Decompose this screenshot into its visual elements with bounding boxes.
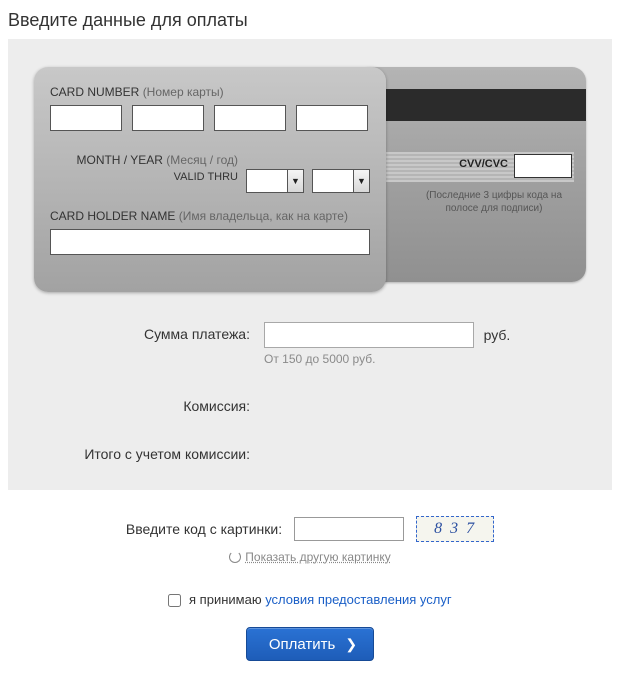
- pay-button[interactable]: Оплатить ❯: [246, 627, 374, 661]
- page-title: Введите данные для оплаты: [0, 0, 620, 39]
- month-year-label-paren: (Месяц / год): [166, 153, 238, 167]
- expiry-month-value: [247, 170, 287, 192]
- card-number-label-paren: (Номер карты): [143, 85, 224, 99]
- valid-thru-row: MONTH / YEAR (Месяц / год) VALID THRU ▼ …: [50, 153, 370, 193]
- card-holder-input[interactable]: [50, 229, 370, 255]
- amount-label: Сумма платежа:: [34, 322, 264, 342]
- commission-row: Комиссия:: [34, 394, 586, 414]
- pay-button-label: Оплатить: [269, 636, 336, 653]
- total-label: Итого с учетом комиссии:: [34, 442, 264, 462]
- card-area: CVV/CVC (Последние 3 цифры кода на полос…: [34, 67, 586, 292]
- card-holder-label-main: CARD HOLDER NAME: [50, 209, 175, 223]
- valid-thru-label: VALID THRU: [174, 171, 238, 183]
- magnetic-stripe: [356, 89, 586, 121]
- cvv-input[interactable]: [514, 154, 572, 178]
- currency-label: руб.: [484, 327, 511, 343]
- amount-row: Сумма платежа: руб. От 150 до 5000 руб.: [34, 322, 586, 366]
- chevron-down-icon: ▼: [353, 170, 369, 192]
- chevron-down-icon: ▼: [287, 170, 303, 192]
- captcha-image: 8 3 7: [416, 516, 494, 542]
- card-holder-label-paren: (Имя владельца, как на карте): [179, 209, 348, 223]
- terms-row: я принимаю условия предоставления услуг: [0, 592, 620, 607]
- refresh-icon: [229, 551, 241, 563]
- card-number-3[interactable]: [214, 105, 286, 131]
- card-number-label-main: CARD NUMBER: [50, 85, 139, 99]
- chevron-right-icon: ❯: [345, 636, 357, 653]
- terms-checkbox[interactable]: [168, 594, 181, 607]
- card-number-row: [50, 105, 370, 131]
- terms-prefix: я принимаю: [189, 592, 265, 607]
- card-number-label: CARD NUMBER (Номер карты): [50, 85, 370, 99]
- cvv-hint: (Последние 3 цифры кода на полосе для по…: [414, 189, 574, 215]
- captcha-refresh-row: Показать другую картинку: [8, 550, 612, 564]
- card-number-4[interactable]: [296, 105, 368, 131]
- captcha-label: Введите код с картинки:: [126, 521, 282, 537]
- amount-hint: От 150 до 5000 руб.: [264, 352, 586, 366]
- card-holder-block: CARD HOLDER NAME (Имя владельца, как на …: [50, 209, 370, 255]
- card-number-2[interactable]: [132, 105, 204, 131]
- signature-area: CVV/CVC: [362, 152, 574, 184]
- amount-input[interactable]: [264, 322, 474, 348]
- captcha-refresh-link[interactable]: Показать другую картинку: [245, 550, 390, 564]
- payment-panel: CVV/CVC (Последние 3 цифры кода на полос…: [8, 39, 612, 490]
- month-year-label: MONTH / YEAR (Месяц / год): [50, 153, 238, 167]
- terms-link[interactable]: условия предоставления услуг: [265, 592, 451, 607]
- captcha-input[interactable]: [294, 517, 404, 541]
- commission-label: Комиссия:: [34, 394, 264, 414]
- expiry-month-select[interactable]: ▼: [246, 169, 304, 193]
- cvv-label: CVV/CVC: [459, 158, 508, 170]
- captcha-block: Введите код с картинки: 8 3 7 Показать д…: [8, 516, 612, 564]
- card-back: CVV/CVC (Последние 3 цифры кода на полос…: [356, 67, 586, 282]
- expiry-year-value: [313, 170, 353, 192]
- pay-row: Оплатить ❯: [0, 627, 620, 679]
- card-holder-label: CARD HOLDER NAME (Имя владельца, как на …: [50, 209, 370, 223]
- total-row: Итого с учетом комиссии:: [34, 442, 586, 462]
- card-number-1[interactable]: [50, 105, 122, 131]
- month-year-label-main: MONTH / YEAR: [76, 153, 162, 167]
- card-front: CARD NUMBER (Номер карты) MONTH / YEAR (…: [34, 67, 386, 292]
- expiry-year-select[interactable]: ▼: [312, 169, 370, 193]
